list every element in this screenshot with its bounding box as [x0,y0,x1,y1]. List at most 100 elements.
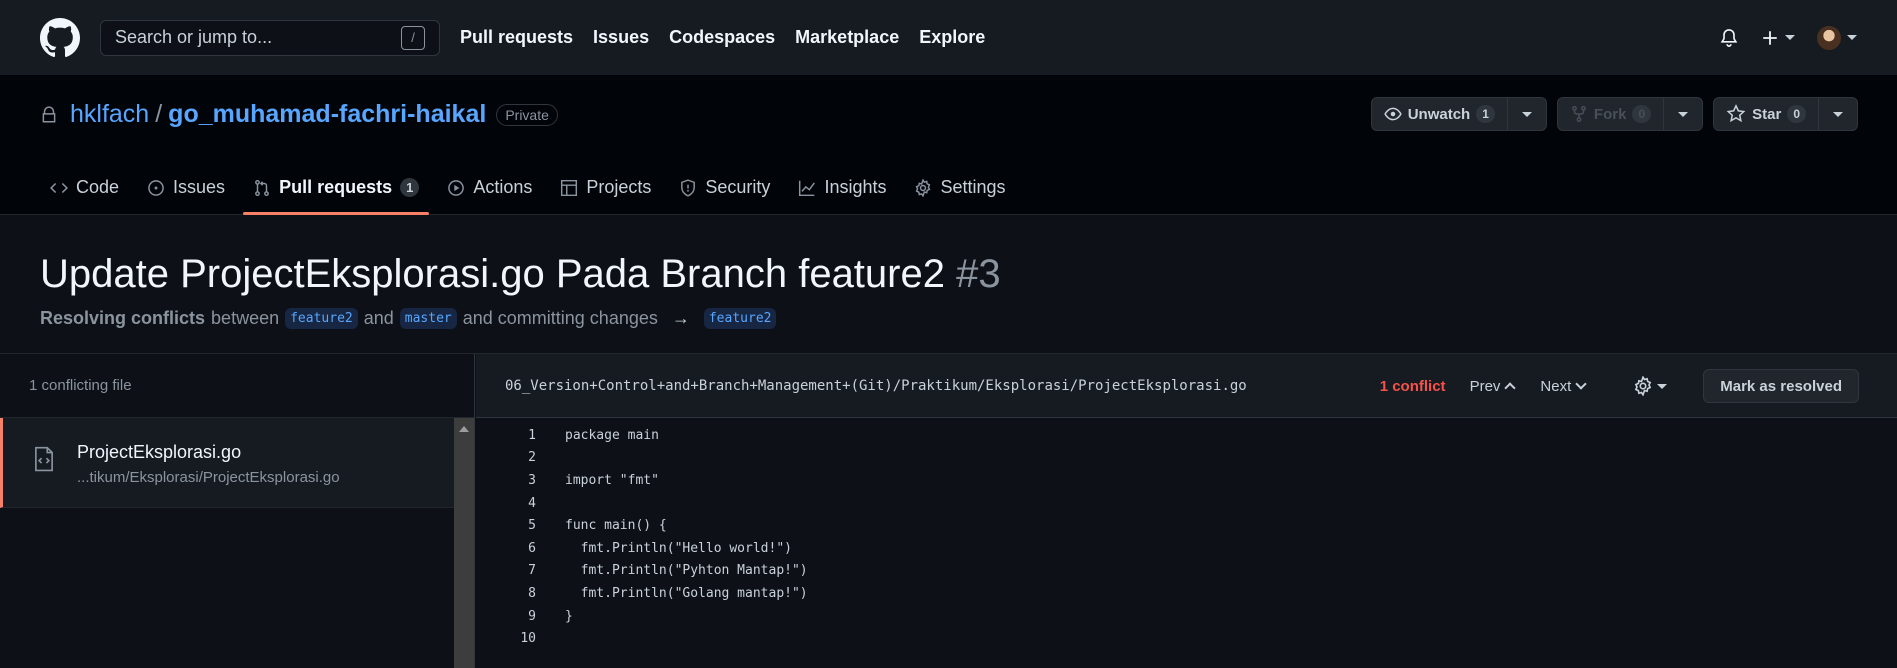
base-branch-badge[interactable]: master [399,308,457,329]
code-line: 2 [476,447,1897,470]
line-content: } [565,608,573,624]
next-conflict-button[interactable]: Next [1540,377,1587,395]
gear-icon [1635,376,1652,396]
header-actions [1719,0,1857,75]
nav-codespaces[interactable]: Codespaces [669,27,775,48]
line-number: 9 [528,608,536,624]
fork-icon [1572,105,1586,123]
prev-label: Prev [1469,377,1501,395]
code-icon [50,182,68,193]
code-area[interactable]: 1 package main 2 3 import "fmt" 4 5 func main()… [476,418,1897,650]
create-new-button[interactable] [1761,29,1795,47]
nav-explore[interactable]: Explore [919,27,985,48]
code-line: 5 func main() { [476,514,1897,537]
star-dropdown[interactable] [1819,98,1857,130]
star-label: Star [1752,105,1782,123]
chevron-down-icon [1785,35,1795,40]
pr-title-text: Update ProjectEksplorasi.go Pada Branch … [40,252,945,296]
repo-nav: Code Issues Pull requests 1 Actions Proj… [40,160,1024,215]
github-logo-icon[interactable] [40,17,80,58]
gear-icon [916,178,931,197]
tab-actions[interactable]: Actions [437,160,542,215]
editor-settings-button[interactable] [1633,376,1668,396]
repo-actions: Unwatch 1 Fork 0 Star 0 [1370,97,1858,131]
line-number: 3 [528,472,536,488]
between-text: between [211,308,280,328]
repo-separator: / [155,100,163,128]
visibility-badge: Private [496,103,558,126]
bell-icon[interactable] [1719,28,1739,48]
shield-icon [681,178,696,197]
tab-actions-label: Actions [473,177,533,197]
global-header: Search or jump to... / Pull requests Iss… [0,0,1897,75]
code-line: 8 fmt.Println("Golang mantap!") [476,582,1897,605]
page-title: Update ProjectEksplorasi.go Pada Branch … [40,252,1001,297]
tab-pull-requests[interactable]: Pull requests 1 [243,160,430,215]
tab-insights-label: Insights [824,177,887,197]
avatar [1817,25,1841,50]
nav-marketplace[interactable]: Marketplace [795,27,899,48]
conflicting-files-heading: 1 conflicting file [0,354,474,418]
line-content: import "fmt" [565,472,659,488]
scroll-up-icon[interactable] [459,426,469,432]
chevron-up-icon [1504,382,1517,394]
committing-text: and committing changes [462,308,658,328]
line-number: 7 [528,563,536,579]
unwatch-button[interactable]: Unwatch 1 [1372,98,1508,130]
repo-header: hklfach / go_muhamad-fachri-haikal Priva… [0,75,1897,215]
tab-settings[interactable]: Settings [904,160,1015,215]
chevron-down-icon [1847,35,1857,40]
repo-owner-link[interactable]: hklfach [70,100,149,129]
nav-issues[interactable]: Issues [593,27,649,48]
prev-conflict-button[interactable]: Prev [1469,377,1517,395]
watch-button-group: Unwatch 1 [1370,97,1547,131]
line-number: 4 [528,495,536,511]
tab-security[interactable]: Security [669,160,780,215]
fork-button[interactable]: Fork 0 [1558,98,1665,130]
target-branch-badge[interactable]: feature2 [703,308,777,329]
play-icon [448,179,465,196]
line-content: fmt.Println("Hello world!") [565,540,792,556]
chevron-down-icon [1521,111,1532,117]
star-button[interactable]: Star 0 [1714,98,1819,130]
tab-settings-label: Settings [940,177,1006,197]
watch-count: 1 [1476,105,1495,123]
sidebar-scrollbar[interactable] [454,418,474,668]
graph-icon [799,180,816,196]
conflict-file-item[interactable]: ProjectEksplorasi.go ...tikum/Eksplorasi… [0,418,454,508]
and-text: and [363,308,394,328]
fork-dropdown[interactable] [1664,98,1702,130]
tab-code[interactable]: Code [40,160,129,215]
eye-icon [1384,107,1402,121]
tab-projects[interactable]: Projects [550,160,661,215]
star-count: 0 [1787,105,1806,123]
pr-number: #3 [956,252,1001,296]
line-content: fmt.Println("Pyhton Mantap!") [565,563,808,579]
conflict-file-list: 1 conflicting file ProjectEksplorasi.go … [0,354,475,668]
user-menu-button[interactable] [1817,25,1857,50]
editor-tools: 1 conflict Prev Next Mark as resolved [1380,354,1859,418]
search-input[interactable]: Search or jump to... / [100,19,440,56]
tab-insights[interactable]: Insights [788,160,896,215]
file-path: 06_Version+Control+and+Branch+Management… [505,377,1247,394]
watch-dropdown[interactable] [1508,98,1546,130]
resolving-label: Resolving conflicts [40,308,206,328]
chevron-down-icon [1575,378,1587,390]
global-nav: Pull requests Issues Codespaces Marketpl… [460,27,985,48]
plus-icon [1763,30,1777,45]
fork-count: 0 [1632,105,1652,123]
line-number: 2 [528,450,536,466]
next-label: Next [1540,377,1572,395]
repo-title: hklfach / go_muhamad-fachri-haikal Priva… [40,100,558,129]
editor-toolbar: 06_Version+Control+and+Branch+Management… [476,354,1897,418]
merge-editor: 06_Version+Control+and+Branch+Management… [476,354,1897,668]
line-number: 6 [528,540,536,556]
head-branch-badge[interactable]: feature2 [285,308,358,329]
tab-issues[interactable]: Issues [137,160,235,215]
nav-pull-requests[interactable]: Pull requests [460,27,573,48]
pull-requests-count: 1 [400,178,420,197]
line-number: 1 [528,427,536,443]
search-shortcut-key: / [401,25,425,50]
repo-name-link[interactable]: go_muhamad-fachri-haikal [168,100,486,129]
mark-as-resolved-button[interactable]: Mark as resolved [1703,369,1859,403]
